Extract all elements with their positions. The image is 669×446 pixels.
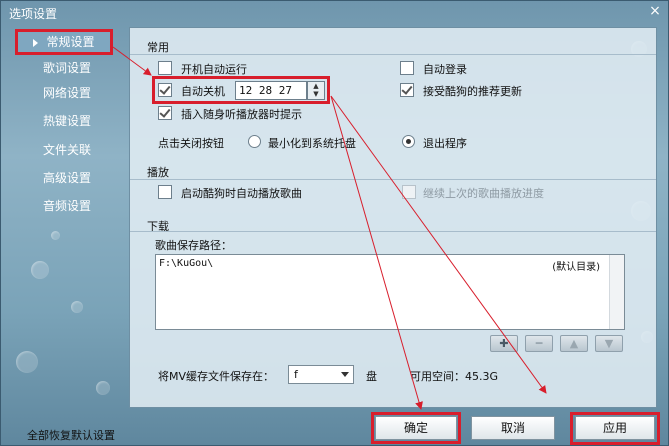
resume-checkbox[interactable] [402,185,416,199]
close-icon[interactable]: × [646,3,664,19]
drive-select[interactable]: f [288,365,354,384]
autologin-label: 自动登录 [423,63,467,76]
drive-unit-label: 盘 [366,370,377,383]
sidebar-item-file-assoc[interactable]: 文件关联 [21,140,113,160]
raindrop-decor [51,231,60,240]
autologin-checkbox[interactable] [400,61,414,75]
autoplay-checkbox[interactable] [158,185,172,199]
recommend-label: 接受酷狗的推荐更新 [423,85,522,98]
exit-radio[interactable] [402,135,415,148]
raindrop-decor [31,261,49,279]
raindrop-decor [71,301,83,313]
mv-cache-label: 将MV缓存文件保存在： [158,370,275,383]
raindrop-decor [16,351,38,373]
sidebar-item-network[interactable]: 网络设置 [21,83,113,103]
remove-path-button[interactable]: ━ [525,335,553,352]
save-path-label: 歌曲保存路径： [155,239,232,252]
chevron-down-icon [341,372,349,377]
raindrop-decor [96,381,110,395]
insert-player-checkbox[interactable] [158,106,172,120]
minimize-radio[interactable] [248,135,261,148]
sidebar-item-lyrics[interactable]: 歌词设置 [21,58,113,78]
title-bar: 选项设置 × [1,1,668,23]
divider [130,179,656,180]
sidebar-item-audio[interactable]: 音频设置 [21,196,113,216]
section-title-playback: 播放 [147,166,169,179]
sidebar-item-general[interactable]: 常规设置 [15,29,113,55]
close-button-label: 点击关闭按钮 [158,137,224,150]
sidebar-item-hotkeys[interactable]: 热键设置 [21,111,113,131]
insert-player-label: 插入随身听播放器时提示 [181,108,302,121]
divider [130,231,656,232]
section-title-common: 常用 [147,41,169,54]
autostart-label: 开机自动运行 [181,63,247,76]
move-down-button[interactable]: ▼ [595,335,623,352]
apply-highlight [570,412,660,445]
highlight-box [152,76,330,104]
ok-highlight [371,412,461,444]
sidebar-item-advanced[interactable]: 高级设置 [21,168,113,188]
recommend-checkbox[interactable] [400,83,414,97]
restore-defaults-link[interactable]: 全部恢复默认设置 [27,427,115,443]
divider [130,54,656,55]
save-path-list[interactable]: F:\KuGou\ (默认目录) [155,254,625,330]
add-path-button[interactable]: ✚ [490,335,518,352]
resume-label: 继续上次的歌曲播放进度 [423,187,544,200]
autostart-checkbox[interactable] [158,61,172,75]
window-title: 选项设置 [9,7,58,21]
cancel-button[interactable]: 取消 [471,416,555,440]
path-default-tag: (默认目录) [552,262,600,273]
exit-label: 退出程序 [423,137,467,150]
drive-value: f [294,368,298,381]
triangle-right-icon [33,38,39,47]
move-up-button[interactable]: ▲ [560,335,588,352]
free-space-label: 可用空间：45.3G [410,370,499,383]
path-value: F:\KuGou\ [159,258,214,269]
minimize-label: 最小化到系统托盘 [268,137,356,150]
autoplay-label: 启动酷狗时自动播放歌曲 [181,187,302,200]
sidebar-item-label: 常规设置 [46,35,95,49]
options-window: 选项设置 × 常规设置 歌词设置 网络设置 热键设置 文件关联 高级设置 音频设… [0,0,669,446]
settings-panel: 常用 开机自动运行 自动登录 自动关机 12 28 27 ▲ ▼ 接受酷狗的推荐… [129,27,657,408]
list-scrollbar[interactable] [609,255,624,329]
